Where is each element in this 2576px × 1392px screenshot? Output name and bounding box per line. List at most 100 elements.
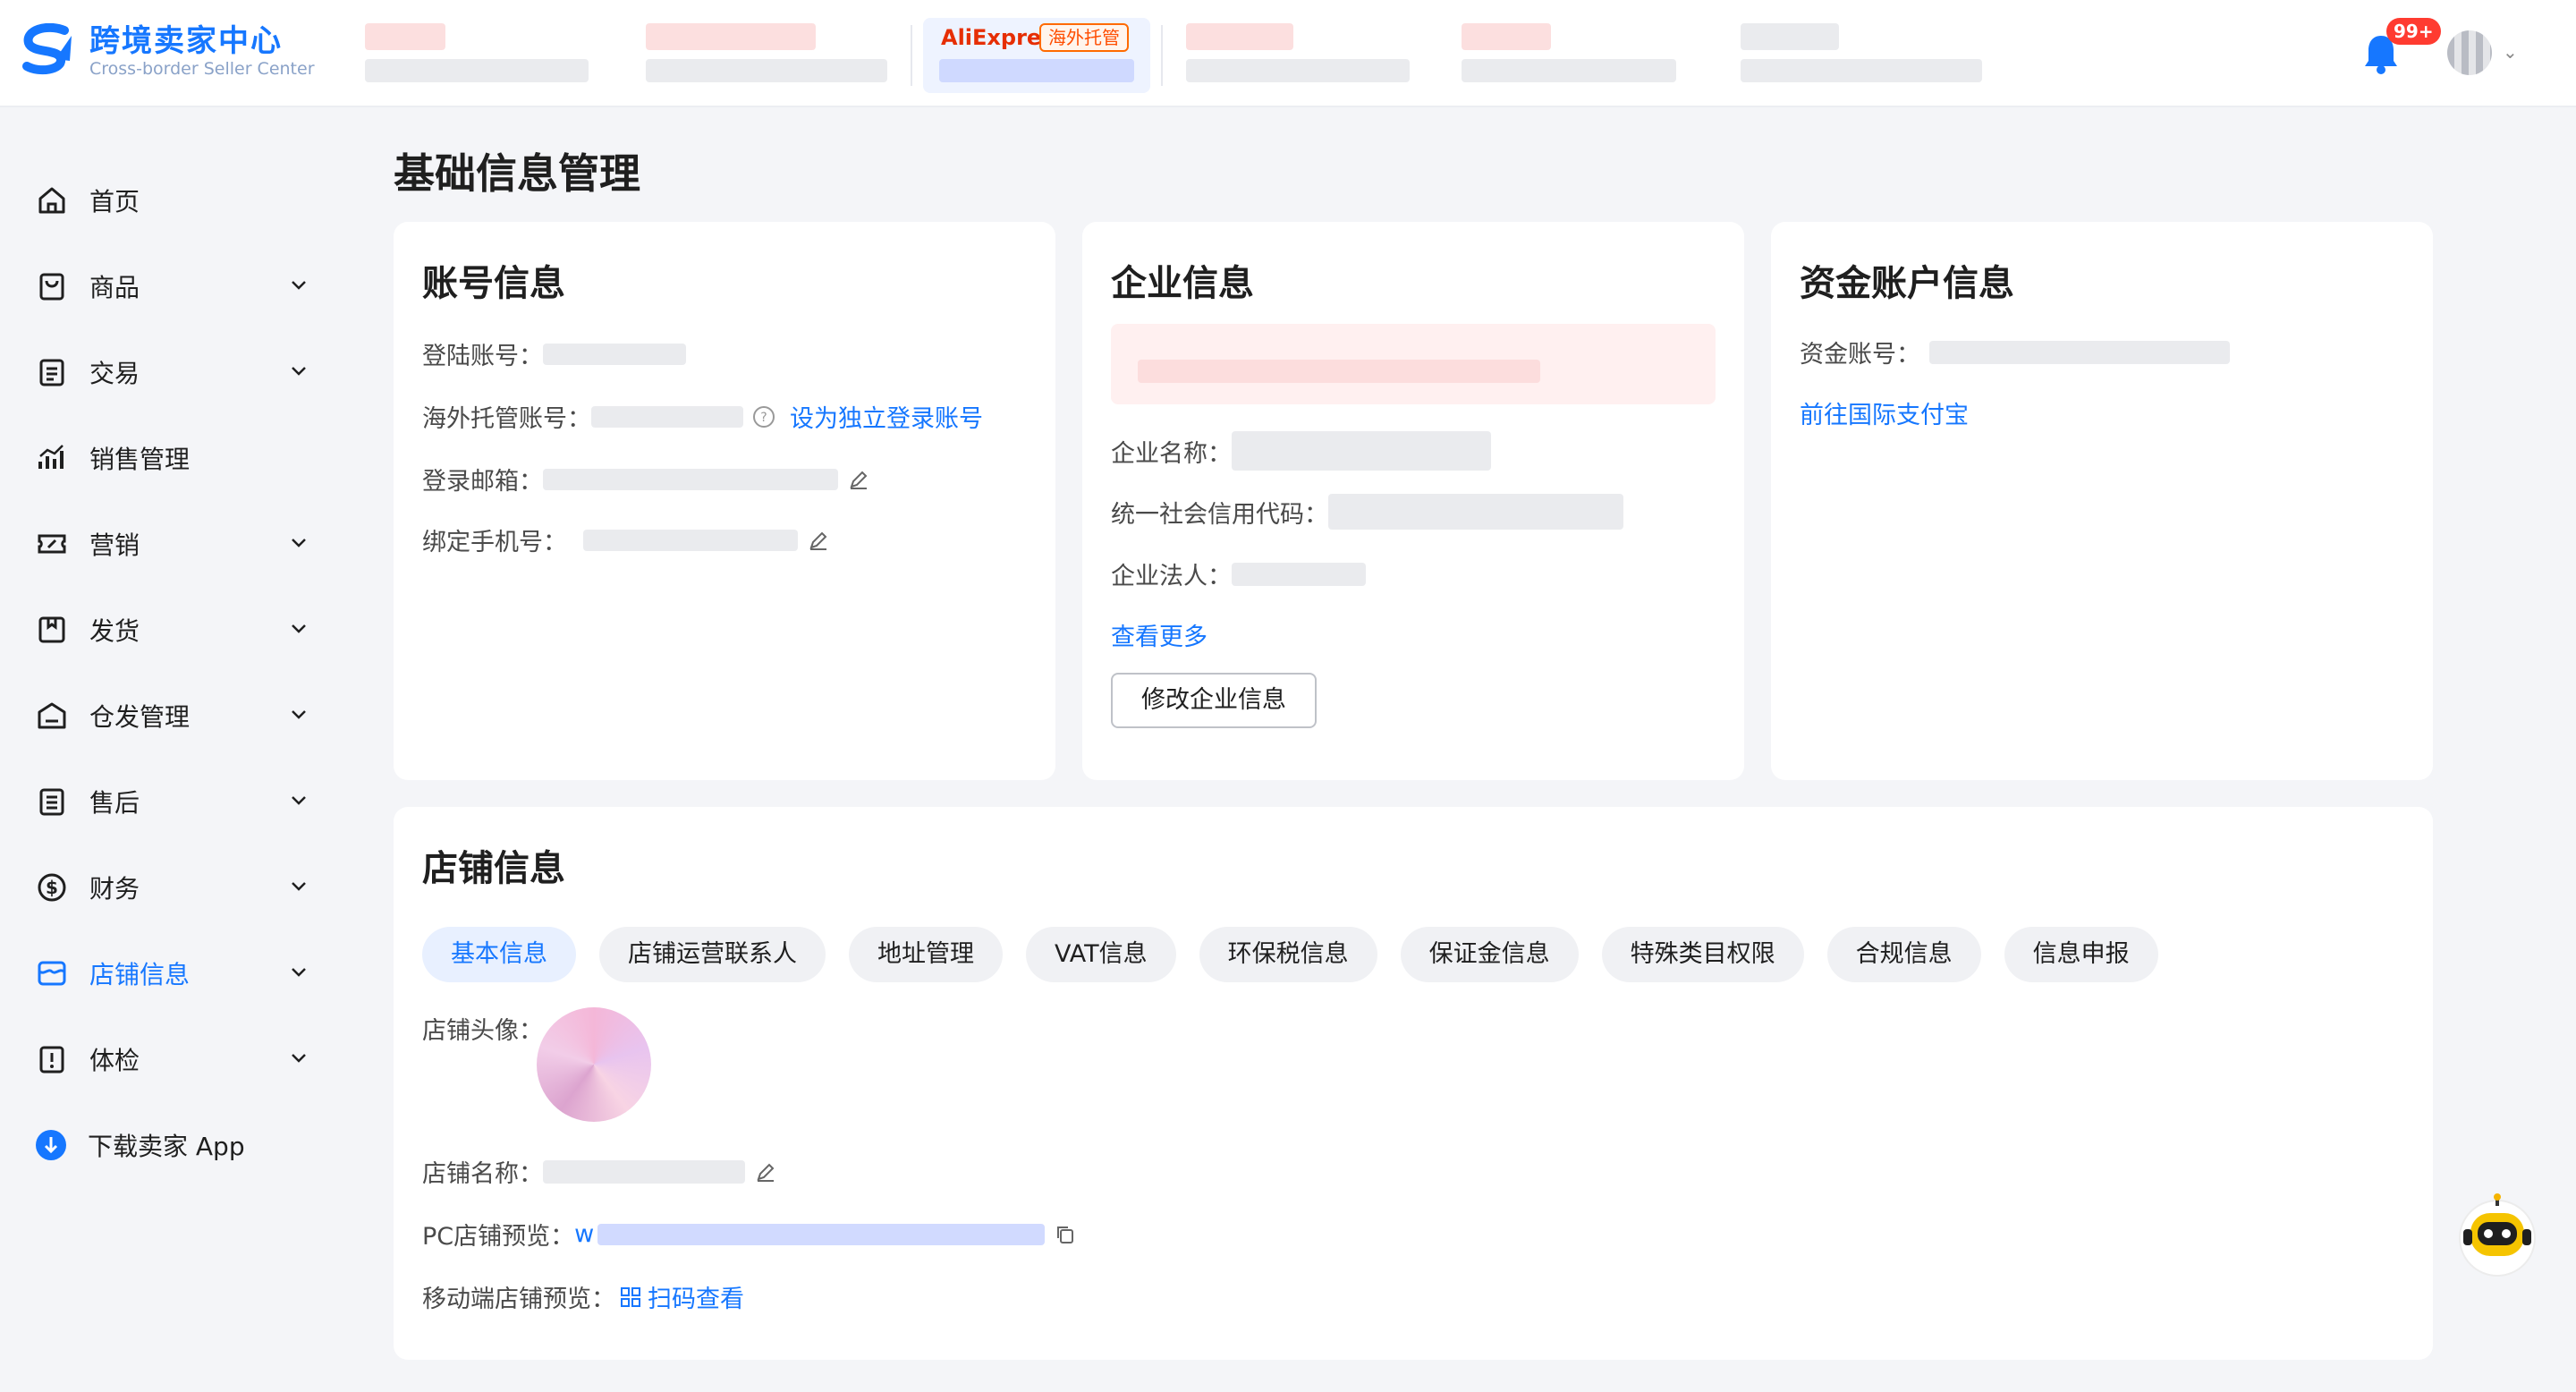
sidebar-item-checkup[interactable]: 体检 bbox=[0, 1023, 340, 1095]
login-account-label: 登陆账号： bbox=[422, 343, 543, 370]
funds-account-label: 资金账号： bbox=[1800, 341, 1920, 369]
tab-compliance[interactable]: 合规信息 bbox=[1826, 927, 1981, 982]
qr-code-icon[interactable] bbox=[619, 1286, 642, 1309]
edit-pencil-icon[interactable] bbox=[754, 1160, 777, 1184]
tab-operation-contact[interactable]: 店铺运营联系人 bbox=[599, 927, 826, 982]
notification-count-badge: 99+ bbox=[2386, 18, 2441, 45]
edit-pencil-icon[interactable] bbox=[847, 468, 870, 491]
scan-qr-link[interactable]: 扫码查看 bbox=[648, 1279, 744, 1314]
sidebar-item-label: 财务 bbox=[89, 874, 140, 904]
overseas-account-label: 海外托管账号： bbox=[422, 405, 591, 433]
set-independent-login-link[interactable]: 设为独立登录账号 bbox=[790, 399, 983, 434]
sidebar-item-after-sales[interactable]: 售后 bbox=[0, 766, 340, 837]
store-avatar-label: 店铺头像： bbox=[422, 1017, 543, 1045]
sidebar-item-store-info[interactable]: 店铺信息 bbox=[0, 938, 340, 1009]
warehouse-icon bbox=[34, 698, 70, 734]
store-avatar-row: 店铺头像： bbox=[422, 1011, 543, 1046]
edit-pencil-icon[interactable] bbox=[807, 529, 830, 552]
store-switch-tab-3[interactable] bbox=[1172, 18, 1431, 93]
page-title: 基础信息管理 bbox=[394, 149, 640, 198]
goto-alipay-row: 前往国际支付宝 bbox=[1800, 395, 1969, 430]
chevron-down-icon bbox=[292, 968, 306, 977]
store-name-value bbox=[543, 1159, 745, 1184]
credit-code-row: 统一社会信用代码： bbox=[1111, 494, 1623, 530]
store-switch-tab-5[interactable] bbox=[1726, 18, 1986, 93]
store-switch-tab-1[interactable] bbox=[351, 18, 610, 93]
dollar-icon: $ bbox=[34, 870, 70, 905]
store-info-title: 店铺信息 bbox=[422, 848, 565, 889]
sidebar-item-home[interactable]: 首页 bbox=[0, 165, 340, 236]
tab-deposit[interactable]: 保证金信息 bbox=[1400, 927, 1579, 982]
enterprise-notice-banner bbox=[1111, 324, 1716, 404]
pc-preview-url[interactable] bbox=[597, 1223, 1046, 1245]
login-email-row: 登录邮箱： bbox=[422, 462, 870, 497]
mobile-preview-label: 移动端店铺预览： bbox=[422, 1286, 615, 1313]
legal-person-value bbox=[1232, 562, 1366, 586]
sidebar-item-sales[interactable]: 销售管理 bbox=[0, 422, 340, 494]
sidebar-item-products[interactable]: 商品 bbox=[0, 250, 340, 322]
store-name-row: 店铺名称： bbox=[422, 1154, 777, 1189]
store-name-label: 店铺名称： bbox=[422, 1160, 543, 1188]
assistant-robot-icon[interactable] bbox=[2454, 1192, 2540, 1277]
brand-logo[interactable]: 跨境卖家中心 Cross-border Seller Center bbox=[20, 23, 315, 79]
tab-address[interactable]: 地址管理 bbox=[849, 927, 1003, 982]
login-account-row: 登陆账号： bbox=[422, 336, 686, 371]
sidebar-item-finance[interactable]: $ 财务 bbox=[0, 852, 340, 923]
view-more-link[interactable]: 查看更多 bbox=[1111, 617, 1208, 652]
store-info-tabs: 基本信息 店铺运营联系人 地址管理 VAT信息 环保税信息 保证金信息 特殊类目… bbox=[422, 927, 2182, 982]
sidebar-item-label: 销售管理 bbox=[89, 445, 191, 474]
bound-phone-label: 绑定手机号： bbox=[422, 529, 567, 556]
package-icon bbox=[34, 612, 70, 648]
sidebar-item-label: 营销 bbox=[89, 530, 140, 560]
store-switch-tab-2[interactable] bbox=[631, 18, 891, 93]
pc-preview-link[interactable]: w bbox=[574, 1220, 594, 1248]
store-avatar[interactable] bbox=[537, 1007, 651, 1122]
checkup-icon bbox=[34, 1041, 70, 1077]
sidebar-item-label: 发货 bbox=[89, 616, 140, 646]
account-info-card: 账号信息 登陆账号： 海外托管账号： ? 设为独立登录账号 登录邮箱： 绑定手机… bbox=[394, 222, 1055, 780]
mobile-preview-row: 移动端店铺预览： 扫码查看 bbox=[422, 1279, 744, 1314]
store-switch-tab-active[interactable]: AliExpress 海外托管 bbox=[923, 18, 1150, 93]
ticket-icon bbox=[34, 526, 70, 562]
sidebar-item-marketing[interactable]: 营销 bbox=[0, 508, 340, 580]
store-icon bbox=[34, 955, 70, 991]
product-bag-icon bbox=[34, 268, 70, 304]
copy-icon[interactable] bbox=[1054, 1223, 1077, 1246]
help-circle-icon[interactable]: ? bbox=[752, 405, 775, 429]
sidebar: 首页 商品 交易 销售管理 营销 发货 仓发管理 售后 $ 财务 店铺信息 体检… bbox=[0, 107, 340, 1392]
pc-preview-row: PC店铺预览： w bbox=[422, 1217, 1077, 1252]
legal-person-label: 企业法人： bbox=[1111, 563, 1232, 590]
view-more-row: 查看更多 bbox=[1111, 617, 1208, 652]
tab-basic-info[interactable]: 基本信息 bbox=[422, 927, 576, 982]
download-icon bbox=[34, 1128, 68, 1162]
sidebar-item-warehouse[interactable]: 仓发管理 bbox=[0, 680, 340, 751]
sidebar-item-shipping[interactable]: 发货 bbox=[0, 594, 340, 666]
bound-phone-value bbox=[583, 529, 798, 551]
store-switch-tab-4[interactable] bbox=[1447, 18, 1707, 93]
download-app-link[interactable]: 下载卖家 App bbox=[0, 1109, 340, 1181]
user-avatar[interactable] bbox=[2447, 30, 2492, 75]
tab-declaration[interactable]: 信息申报 bbox=[2004, 927, 2158, 982]
top-bar: 跨境卖家中心 Cross-border Seller Center AliExp… bbox=[0, 0, 2576, 107]
sales-chart-icon bbox=[34, 440, 70, 476]
chevron-down-icon bbox=[292, 796, 306, 805]
home-icon bbox=[34, 182, 70, 218]
chevron-down-icon bbox=[292, 710, 306, 719]
tab-divider bbox=[911, 25, 912, 86]
tab-special-category[interactable]: 特殊类目权限 bbox=[1601, 927, 1804, 982]
svg-text:$: $ bbox=[46, 877, 58, 898]
chevron-down-icon[interactable]: ⌄ bbox=[2503, 41, 2518, 63]
edit-enterprise-button[interactable]: 修改企业信息 bbox=[1111, 673, 1317, 728]
brand-subtitle: Cross-border Seller Center bbox=[89, 59, 315, 79]
chevron-down-icon bbox=[292, 539, 306, 547]
credit-code-value bbox=[1328, 494, 1623, 530]
funds-account-card: 资金账户信息 资金账号： 前往国际支付宝 bbox=[1771, 222, 2433, 780]
login-email-value bbox=[543, 468, 838, 490]
sidebar-item-trade[interactable]: 交易 bbox=[0, 336, 340, 408]
account-info-title: 账号信息 bbox=[422, 263, 565, 304]
enterprise-name-value bbox=[1232, 431, 1491, 471]
overseas-account-value bbox=[591, 405, 743, 428]
tab-vat[interactable]: VAT信息 bbox=[1026, 927, 1176, 982]
goto-alipay-link[interactable]: 前往国际支付宝 bbox=[1800, 395, 1969, 430]
tab-eco-tax[interactable]: 环保税信息 bbox=[1199, 927, 1377, 982]
